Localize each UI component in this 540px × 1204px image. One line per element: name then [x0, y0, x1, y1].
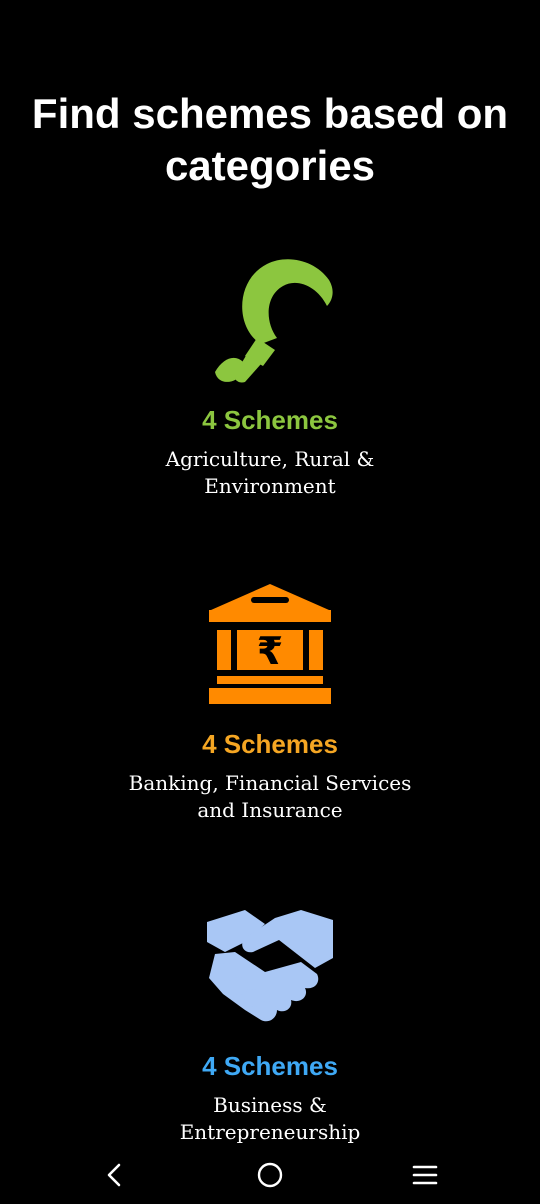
scheme-count: 4 Schemes — [202, 1051, 338, 1081]
category-name: Banking, Financial Services and Insuranc… — [128, 771, 412, 822]
category-name: Agriculture, Rural & Environment — [165, 447, 375, 498]
sickle-icon — [215, 259, 333, 383]
category-banking[interactable]: ₹ 4 Schemes Banking, Financial Services … — [0, 580, 540, 824]
back-icon — [107, 1163, 121, 1187]
scheme-count: 4 Schemes — [202, 729, 338, 759]
menu-icon — [412, 1165, 438, 1185]
handshake-icon — [207, 910, 333, 1022]
system-navigation-bar — [0, 1146, 540, 1204]
svg-text:₹: ₹ — [257, 629, 283, 673]
home-icon — [257, 1162, 283, 1188]
home-button[interactable] — [250, 1158, 290, 1192]
back-button[interactable] — [94, 1158, 134, 1192]
page-title: Find schemes based on categories — [31, 90, 509, 189]
category-name: Business & Entrepreneurship — [179, 1093, 361, 1144]
bank-rupee-icon: ₹ — [209, 584, 331, 704]
category-business[interactable]: 4 Schemes Business & Entrepreneurship — [0, 902, 540, 1146]
scheme-count: 4 Schemes — [202, 405, 338, 435]
menu-button[interactable] — [405, 1158, 445, 1192]
category-agriculture[interactable]: 4 Schemes Agriculture, Rural & Environme… — [0, 258, 540, 500]
